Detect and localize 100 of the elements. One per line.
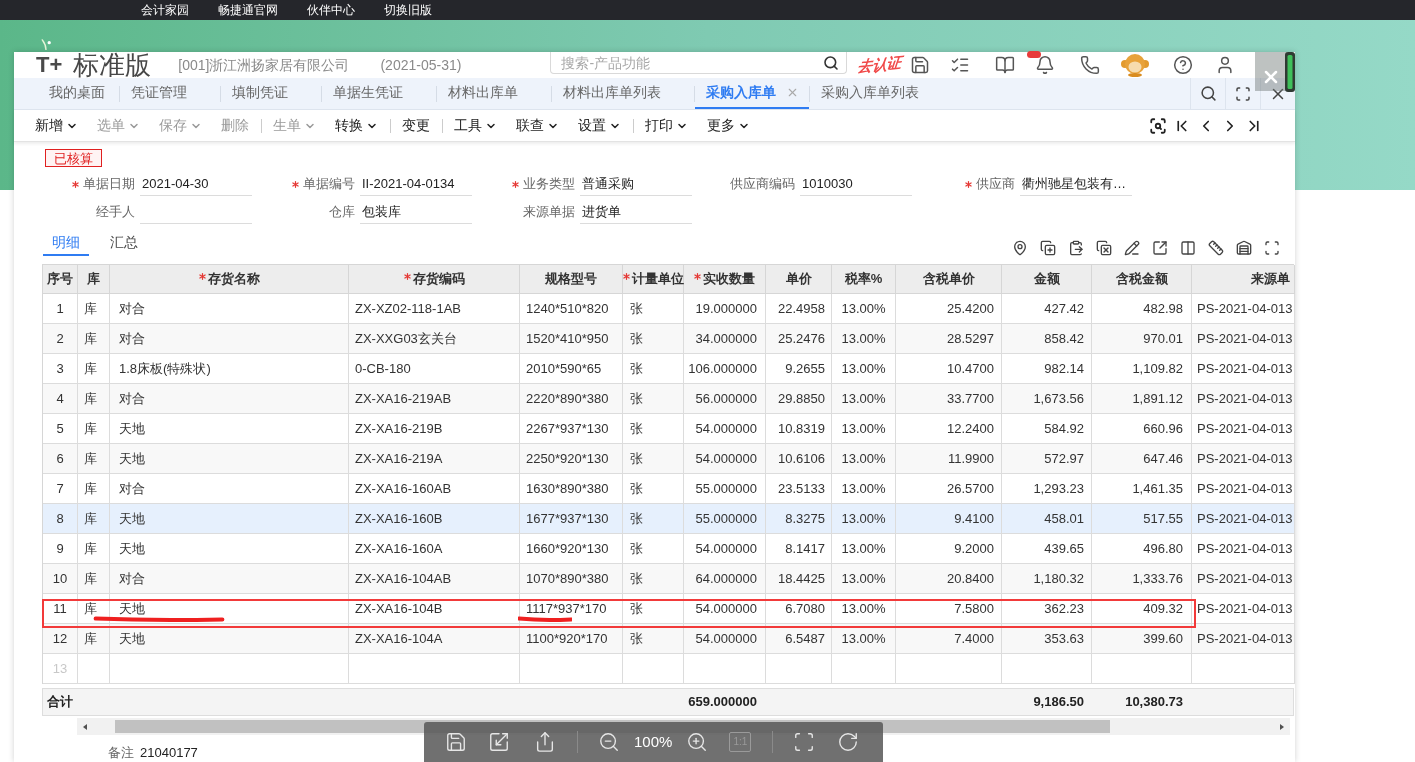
top-link[interactable]: 切换旧版 — [384, 0, 432, 20]
input-field[interactable]: 进货单 — [580, 200, 692, 224]
column-header[interactable]: 税率% — [844, 269, 883, 289]
input-field[interactable]: 2021-04-30 — [140, 172, 252, 196]
column-header[interactable]: 序号 — [47, 269, 73, 289]
table-row[interactable]: 6 库 天地 ZX-XA16-219A 2250*920*130 张 54.000000 10.6106 13.00% 11.9900 572.97 647.46 PS-2021-04-013 — [43, 444, 1294, 474]
column-header[interactable]: 金额 — [1033, 269, 1060, 289]
tab[interactable]: 采购入库单 — [695, 78, 809, 109]
column-header[interactable]: 规格型号 — [545, 269, 597, 289]
column-header[interactable]: 库 — [87, 269, 100, 289]
input-field[interactable]: 衢州驰星包装有… — [1020, 172, 1132, 196]
column-header[interactable]: 含税金额 — [1115, 269, 1168, 289]
column-header[interactable]: 存货编码 — [412, 269, 465, 289]
column-header[interactable]: 计量单位 — [631, 269, 684, 289]
phone-icon[interactable] — [1080, 55, 1101, 75]
table-cell-text: 23.5133 — [778, 479, 825, 498]
table-row[interactable]: 5 库 天地 ZX-XA16-219B 2267*937*130 张 54.000000 10.8319 13.00% 12.2400 584.92 660.96 PS-2021-04-013 — [43, 414, 1294, 444]
table-cell-text: PS-2021-04-013 — [1197, 449, 1293, 468]
tab[interactable]: 填制凭证 — [221, 78, 321, 109]
save-icon[interactable] — [910, 55, 931, 75]
top-link[interactable]: 伙伴中心 — [307, 0, 355, 20]
table-cell-text: 427.42 — [1044, 299, 1084, 318]
pencil-icon[interactable] — [1124, 240, 1140, 256]
table-cell-text: 13.00% — [841, 389, 886, 408]
table-row[interactable]: 9 库 天地 ZX-XA16-160A 1660*920*130 张 54.000000 8.1417 13.00% 9.2000 439.65 496.80 PS-2021-04-013 — [43, 534, 1294, 564]
table-cell-text: 1100*920*170 — [526, 629, 608, 648]
viewer-close-button[interactable] — [1255, 52, 1287, 91]
toolbar-button[interactable]: 工具 — [454, 115, 497, 136]
checklist-icon[interactable] — [950, 55, 971, 75]
resize-icon[interactable] — [488, 731, 510, 753]
toolbar-button[interactable]: 新增 — [35, 115, 78, 136]
table-cell-text: 库 — [84, 539, 97, 558]
columns-icon[interactable] — [1180, 240, 1196, 256]
table-row[interactable]: 2 库 对合 ZX-XXG03玄关台 1520*410*950 张 34.000000 25.2476 13.00% 28.5297 858.42 970.01 PS-2021-04-013 — [43, 324, 1294, 354]
tab[interactable]: 明细 — [43, 230, 89, 256]
toolbar-button[interactable]: 转换 — [335, 115, 378, 136]
tab[interactable]: 单据生凭证 — [322, 78, 436, 109]
toolbar-button[interactable]: 更多 — [707, 115, 750, 136]
help-icon[interactable] — [1173, 55, 1194, 75]
table-row[interactable]: 4 库 对合 ZX-XA16-219AB 2220*890*380 张 56.000000 29.8850 13.00% 33.7700 1,673.56 1,891.12 PS-2021-04-013 — [43, 384, 1294, 414]
scroll-right-icon[interactable] — [1280, 723, 1284, 730]
input-field[interactable]: 包装库 — [360, 200, 472, 224]
search-field[interactable]: 搜索-产品功能 — [550, 52, 848, 74]
table-cell-text: 9.4100 — [954, 509, 994, 528]
table-row[interactable]: 8 库 天地 ZX-XA16-160B 1677*937*130 张 55.000000 8.3275 13.00% 9.4100 458.01 517.55 PS-2021-04-013 — [43, 504, 1294, 534]
top-link[interactable]: 畅捷通官网 — [218, 0, 278, 20]
tab[interactable]: 材料出库单列表 — [552, 78, 694, 109]
tab[interactable]: 采购入库单列表 — [810, 78, 952, 109]
search-icon[interactable] — [1199, 85, 1217, 102]
table-row[interactable]: 12 库 天地 ZX-XA16-104A 1100*920*170 张 54.000000 6.5487 13.00% 7.4000 353.63 399.60 PS-2021-04-013 — [43, 624, 1294, 654]
column-header[interactable]: 来源单 — [1251, 269, 1290, 289]
zoom-in-icon[interactable] — [686, 731, 709, 753]
scroll-left-icon[interactable] — [83, 723, 87, 730]
toolbar-button[interactable]: 变更 — [402, 115, 430, 136]
fullscreen-icon[interactable] — [1235, 85, 1251, 102]
toolbar-button[interactable]: 打印 — [645, 115, 688, 136]
certify-link[interactable]: 去认证 — [856, 51, 904, 79]
column-header[interactable]: 存货名称 — [207, 269, 260, 289]
mascot-icon[interactable] — [1121, 53, 1150, 77]
zoom-out-icon[interactable] — [598, 731, 620, 753]
rotate-icon[interactable] — [837, 731, 860, 753]
table-cell-text: ZX-XA16-160AB — [355, 479, 452, 498]
table-cell-text: 张 — [630, 419, 643, 438]
tab[interactable]: 材料出库单 — [437, 78, 551, 109]
table-row[interactable]: 7 库 对合 ZX-XA16-160AB 1630*890*380 张 55.000000 23.5133 13.00% 26.5700 1,293.23 1,461.35 PS-2021-04-013 — [43, 474, 1294, 504]
toolbar-button[interactable]: 联查 — [516, 115, 559, 136]
bell-icon[interactable] — [1035, 55, 1056, 75]
tab[interactable]: 汇总 — [101, 230, 147, 256]
location-pin-icon[interactable] — [1012, 240, 1028, 256]
book-icon[interactable] — [995, 55, 1016, 75]
copy-delete-icon[interactable] — [1096, 240, 1112, 256]
fit-screen-icon[interactable] — [793, 731, 816, 753]
table-row[interactable]: 1 库 对合 ZX-XZ02-118-1AB 1240*510*820 张 19.000000 22.4958 13.00% 25.4200 427.42 482.98 PS-2021-04-013 — [43, 294, 1294, 324]
document-search-icon[interactable] — [1149, 116, 1167, 135]
table-cell-text: 张 — [630, 389, 643, 408]
table-cell-text: 0-CB-180 — [355, 359, 411, 378]
table-cell-text: PS-2021-04-013 — [1197, 419, 1293, 438]
table-row[interactable]: 10 库 对合 ZX-XA16-104AB 1070*890*380 张 64.000000 18.4425 13.00% 20.8400 1,180.32 1,333.76 PS-2021-04-013 — [43, 564, 1294, 594]
clipboard-icon[interactable] — [1068, 240, 1084, 256]
input-field[interactable]: 普通采购 — [580, 172, 692, 196]
column-header[interactable]: 含税单价 — [922, 269, 975, 289]
save-icon[interactable] — [445, 731, 467, 753]
table-cell-text: 29.8850 — [778, 389, 825, 408]
table-cell-text: PS-2021-04-013 — [1197, 299, 1293, 318]
ruler-icon[interactable] — [1208, 240, 1224, 256]
column-header[interactable]: 单价 — [785, 269, 812, 289]
top-link[interactable]: 会计家园 — [141, 0, 189, 20]
tab[interactable]: 凭证管理 — [120, 78, 220, 109]
share-icon[interactable] — [534, 731, 556, 753]
column-header[interactable]: 实收数量 — [703, 269, 755, 289]
export-icon[interactable] — [1152, 240, 1168, 256]
input-field[interactable]: 1010030 — [800, 172, 912, 196]
table-cell-text: 1,461.35 — [1132, 479, 1183, 498]
fullscreen-icon[interactable] — [1264, 240, 1280, 256]
warehouse-icon[interactable] — [1236, 240, 1252, 256]
toolbar-button[interactable]: 设置 — [578, 115, 621, 136]
input-field[interactable]: II-2021-04-0134 — [360, 172, 472, 196]
copy-add-icon[interactable] — [1040, 240, 1056, 256]
tab[interactable]: 我的桌面 — [35, 78, 119, 109]
table-row[interactable]: 3 库 1.8床板(特殊状) 0-CB-180 2010*590*65 张 106.000000 9.2655 13.00% 10.4700 982.14 1,109.82 PS-2021-04-013 — [43, 354, 1294, 384]
